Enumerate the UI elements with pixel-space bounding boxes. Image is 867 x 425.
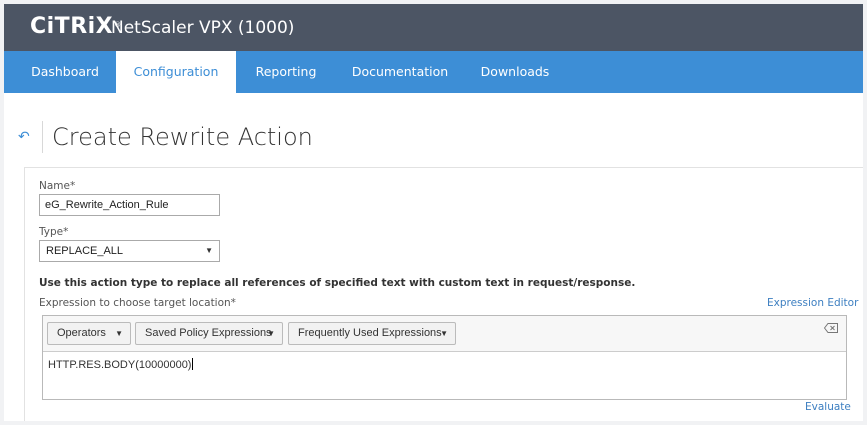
- expression-value: HTTP.RES.BODY(10000000): [48, 359, 192, 371]
- main-nav: Dashboard Configuration Reporting Docume…: [4, 51, 863, 93]
- page-background: CiTRiX® NetScaler VPX (1000) Dashboard C…: [0, 0, 867, 425]
- expression-box: Operators ▼ Saved Policy Expressions ▼ F…: [42, 315, 847, 400]
- clear-icon[interactable]: [824, 323, 838, 333]
- chevron-down-icon: ▼: [115, 329, 123, 338]
- saved-policy-expressions-label: Saved Policy Expressions: [145, 327, 272, 339]
- frequently-used-expressions-dropdown[interactable]: Frequently Used Expressions ▼: [288, 322, 456, 345]
- tab-configuration[interactable]: Configuration: [116, 51, 236, 93]
- tab-dashboard[interactable]: Dashboard: [18, 51, 112, 93]
- logo-text: CiTRiX: [30, 14, 114, 39]
- chevron-down-icon: ▼: [205, 246, 213, 255]
- title-divider: [42, 121, 43, 153]
- tab-reporting[interactable]: Reporting: [240, 51, 332, 93]
- text-cursor: [192, 358, 194, 370]
- app-window: CiTRiX® NetScaler VPX (1000) Dashboard C…: [4, 4, 863, 421]
- name-input[interactable]: [39, 194, 220, 216]
- action-type-hint: Use this action type to replace all refe…: [39, 277, 636, 289]
- operators-label: Operators: [57, 327, 106, 339]
- expression-textarea[interactable]: HTTP.RES.BODY(10000000): [48, 358, 194, 372]
- chevron-down-icon: ▼: [440, 329, 448, 338]
- operators-dropdown[interactable]: Operators ▼: [47, 322, 131, 345]
- product-title: NetScaler VPX (1000): [111, 18, 295, 38]
- tab-downloads[interactable]: Downloads: [470, 51, 560, 93]
- expression-toolbar: Operators ▼ Saved Policy Expressions ▼ F…: [43, 316, 846, 352]
- expression-editor-link[interactable]: Expression Editor: [767, 297, 858, 309]
- name-label: Name*: [39, 180, 76, 192]
- back-arrow-icon[interactable]: ↶: [18, 130, 30, 144]
- title-bar: CiTRiX® NetScaler VPX (1000): [4, 4, 863, 51]
- chevron-down-icon: ▼: [267, 329, 275, 338]
- page-title: Create Rewrite Action: [52, 123, 313, 151]
- type-select[interactable]: REPLACE_ALL ▼: [39, 240, 220, 262]
- saved-policy-expressions-dropdown[interactable]: Saved Policy Expressions ▼: [135, 322, 283, 345]
- type-select-value: REPLACE_ALL: [46, 245, 124, 257]
- frequently-used-expressions-label: Frequently Used Expressions: [298, 327, 442, 339]
- expression-label: Expression to choose target location*: [39, 297, 236, 309]
- type-label: Type*: [39, 226, 69, 238]
- citrix-logo: CiTRiX®: [30, 15, 122, 39]
- tab-documentation[interactable]: Documentation: [338, 51, 462, 93]
- evaluate-link[interactable]: Evaluate: [805, 401, 851, 413]
